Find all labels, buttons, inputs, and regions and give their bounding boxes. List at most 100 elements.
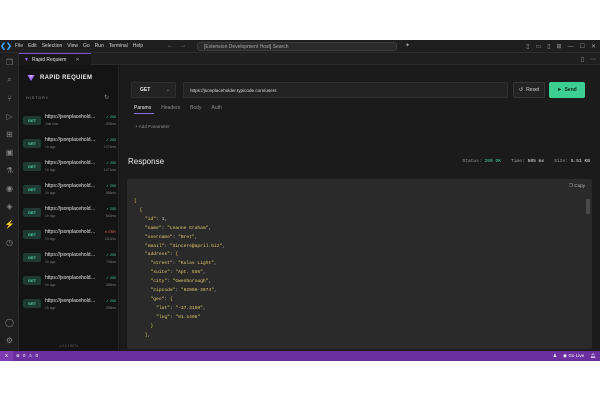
history-item-body: https://jsonplaceholder.typicode.com/use…	[45, 229, 116, 241]
tab-body[interactable]: Body	[190, 105, 201, 111]
history-item[interactable]: GET https://jsonplaceholder.typicode.com/…	[19, 132, 119, 155]
history-duration: 642ms	[105, 214, 116, 218]
maximize-icon[interactable]: ☐	[580, 43, 585, 50]
toggle-secondary-sidebar-icon[interactable]: ▯	[547, 43, 550, 50]
layout-icon[interactable]: ⊞	[557, 43, 562, 50]
menu-terminal[interactable]: Terminal	[109, 43, 128, 49]
remote-explorer-icon[interactable]: ▣	[0, 143, 19, 161]
history-item-top: https://jsonplaceholder.typicode.com/use…	[45, 252, 116, 258]
history-item[interactable]: GET https://jsonplaceholder.typicode.com/…	[19, 155, 119, 178]
response-body[interactable]: ❐ Copy [ { "id": 1, "name": "Leanne Grah…	[127, 179, 592, 349]
extensions-icon[interactable]: ⊞	[0, 125, 19, 143]
history-item[interactable]: GET https://jsonplaceholder.typicode.com/…	[19, 201, 119, 224]
explorer-icon[interactable]: ❐	[0, 53, 19, 71]
settings-gear-icon[interactable]: ⚙	[0, 331, 19, 349]
account-icon[interactable]: ◯	[0, 313, 19, 331]
history-item[interactable]: GET https://jsonplaceholder.typicode.com/…	[19, 223, 119, 246]
history-url: https://jsonplaceholder.typicode.com/use…	[45, 228, 97, 235]
remote-indicator-icon[interactable]: ⨯	[0, 351, 13, 361]
history-item[interactable]: GET https://jsonplaceholder.typicode.com/…	[19, 109, 119, 132]
request-tabs: Params Headers Body Auth	[134, 105, 222, 111]
history-item-bottom: 1h ago 642ms	[45, 214, 116, 218]
reset-button[interactable]: ↺ Reset	[513, 82, 545, 98]
history-item-bottom: 1h ago 746ms	[45, 260, 116, 264]
vscode-logo-icon: ❮❯	[0, 43, 12, 50]
history-time-ago: 1h ago	[45, 168, 56, 173]
send-button[interactable]: ➤ Send	[549, 82, 585, 98]
request-bar: GET ⌄ ↺ Reset ➤ Send	[128, 82, 592, 98]
response-scrollbar[interactable]	[586, 199, 590, 214]
minimize-icon[interactable]: —	[568, 44, 574, 50]
refresh-history-icon[interactable]: ↻	[104, 94, 109, 101]
history-item[interactable]: GET https://jsonplaceholder.typicode.com/…	[19, 178, 119, 201]
tab-rapid-requiem[interactable]: ▼ Rapid Requiem ✕	[19, 53, 91, 65]
go-live-button[interactable]: ◉ Go Live	[563, 353, 584, 359]
menu-view[interactable]: View	[67, 43, 78, 49]
method-select[interactable]: GET ⌄	[131, 82, 176, 98]
history-url: https://jsonplaceholder.typicode.com/use…	[45, 160, 97, 167]
toggle-sidebar-icon[interactable]: ▯	[526, 43, 529, 50]
size-value: 5.51 KB	[570, 159, 590, 164]
command-center-search[interactable]: [Extension Development Host] Search	[197, 42, 397, 51]
history-item-body: https://jsonplaceholder.typicode.com/use…	[45, 137, 116, 149]
menu-selection[interactable]: Selection	[42, 43, 63, 49]
time-value: 505 ms	[527, 159, 545, 164]
menu-help[interactable]: Help	[133, 43, 143, 49]
history-item-top: https://jsonplaceholder.typicode.com/use…	[45, 183, 116, 189]
add-parameter-button[interactable]: + Add Parameter	[135, 124, 170, 129]
method-badge: GET	[23, 184, 41, 194]
error-icon: ⊗	[16, 353, 20, 358]
menu-run[interactable]: Run	[95, 43, 104, 49]
copy-button[interactable]: ❐ Copy	[569, 183, 585, 189]
history-item[interactable]: GET https://jsonplaceholder.typicode.com/…	[19, 269, 119, 292]
tab-headers[interactable]: Headers	[161, 105, 180, 111]
menu-go[interactable]: Go	[83, 43, 90, 49]
history-item-bottom: 1h ago 1113ms	[45, 237, 116, 241]
tab-logo-icon: ▼	[24, 56, 29, 63]
response-json: [ { "id": 1, "name": "Leanne Graham", "u…	[134, 199, 226, 338]
time-stat: Time: 505 ms	[511, 159, 545, 164]
request-panel: GET ⌄ ↺ Reset ➤ Send Params Headers Body…	[120, 65, 600, 351]
more-actions-icon[interactable]: ⋯	[590, 56, 596, 63]
history-item-bottom: 1h ago 385ms	[45, 283, 116, 287]
back-arrow-icon[interactable]: ←	[167, 43, 173, 49]
history-url: https://jsonplaceholder.typicode.com/use…	[45, 274, 97, 281]
tab-label: Rapid Requiem	[31, 56, 67, 63]
timeline-icon[interactable]: ◷	[0, 233, 19, 251]
close-window-icon[interactable]: ✕	[591, 43, 596, 50]
tab-params[interactable]: Params	[134, 105, 151, 111]
warning-count: 0	[35, 353, 39, 358]
reset-label: Reset	[526, 87, 540, 93]
rapid-requiem-icon[interactable]: ⚡	[0, 215, 19, 233]
menu-edit[interactable]: Edit	[28, 43, 37, 49]
copilot-icon[interactable]: ✦	[405, 42, 410, 49]
history-item-top: https://jsonplaceholder.typicode.com/use…	[45, 137, 116, 143]
menu-file[interactable]: File	[15, 43, 23, 49]
tab-auth[interactable]: Auth	[212, 105, 222, 111]
split-editor-icon[interactable]: ▯	[581, 56, 584, 63]
status-bar: ⨯ ⊗ 0 ⚠ 0 ♟ ◉ Go Live 🔔︎	[0, 351, 600, 361]
notifications-icon[interactable]: 🔔︎	[590, 353, 596, 359]
toggle-panel-icon[interactable]: ▭	[536, 43, 542, 50]
url-input[interactable]	[183, 82, 508, 98]
testing-icon[interactable]: ⚗	[0, 161, 19, 179]
window-controls: ▯ ▭ ▯ ⊞ — ☐ ✕	[526, 40, 600, 53]
forward-arrow-icon[interactable]: →	[180, 43, 186, 49]
command-center-text: [Extension Development Host] Search	[204, 43, 289, 50]
search-icon[interactable]: ⌕	[0, 71, 19, 89]
method-badge: GET	[23, 276, 41, 286]
history-time-ago: 1h ago	[45, 191, 56, 196]
nav-arrows: ← →	[167, 43, 186, 49]
problems-indicator[interactable]: ⊗ 0 ⚠ 0	[16, 353, 38, 359]
run-debug-icon[interactable]: ▷	[0, 107, 19, 125]
history-item-top: https://jsonplaceholder.typicode.com/use…	[45, 275, 116, 281]
history-item-bottom: 1h ago 1074ms	[45, 145, 116, 149]
history-header: HISTORY ↻	[19, 91, 118, 104]
history-item[interactable]: GET https://jsonplaceholder.typicode.com/…	[19, 292, 119, 315]
github-icon[interactable]: ◉	[0, 179, 19, 197]
source-control-icon[interactable]: ⑂	[0, 89, 19, 107]
docker-icon[interactable]: ◈	[0, 197, 19, 215]
close-tab-icon[interactable]: ✕	[75, 57, 79, 63]
history-item[interactable]: GET https://jsonplaceholder.typicode.com/…	[19, 246, 119, 269]
accounts-icon[interactable]: ♟	[553, 353, 557, 359]
